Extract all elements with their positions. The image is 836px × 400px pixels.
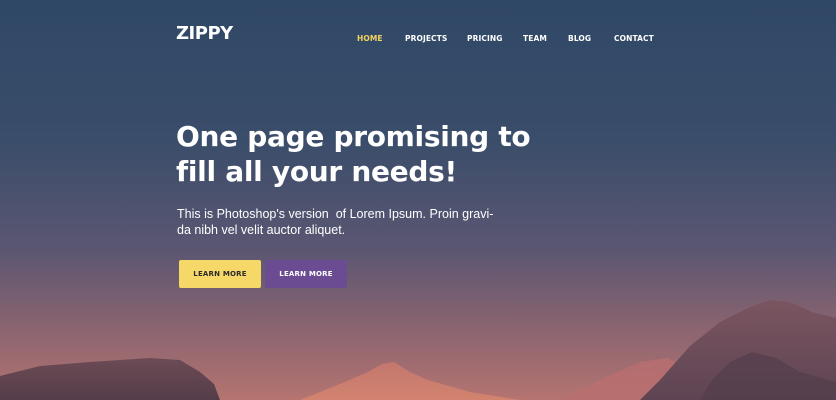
nav-item-contact[interactable]: CONTACT: [614, 34, 654, 43]
hero-headline-line-1: One page promising to: [176, 120, 531, 153]
hero-subtext-line-2: da nibh vel velit auctor aliquet.: [177, 223, 346, 237]
nav-item-projects[interactable]: PROJECTS: [405, 34, 447, 43]
main-navigation: HOME PROJECTS PRICING TEAM BLOG CONTACT: [0, 34, 836, 46]
nav-item-home[interactable]: HOME: [357, 34, 383, 43]
learn-more-button-secondary[interactable]: LEARN MORE: [265, 260, 347, 288]
hero-subtext: This is Photoshop's version of Lorem Ips…: [177, 206, 507, 238]
nav-item-blog[interactable]: BLOG: [568, 34, 591, 43]
nav-item-team[interactable]: TEAM: [523, 34, 547, 43]
hero-subtext-line-1: This is Photoshop's version of Lorem Ips…: [177, 207, 494, 221]
hero-section: ZIPPY HOME PROJECTS PRICING TEAM BLOG CO…: [0, 0, 836, 400]
hero-headline-line-2: fill all your needs!: [176, 155, 457, 188]
nav-item-pricing[interactable]: PRICING: [467, 34, 503, 43]
mountain-background-illustration: [0, 300, 836, 400]
hero-headline: One page promising to fill all your need…: [176, 119, 536, 189]
learn-more-button-primary[interactable]: LEARN MORE: [179, 260, 261, 288]
